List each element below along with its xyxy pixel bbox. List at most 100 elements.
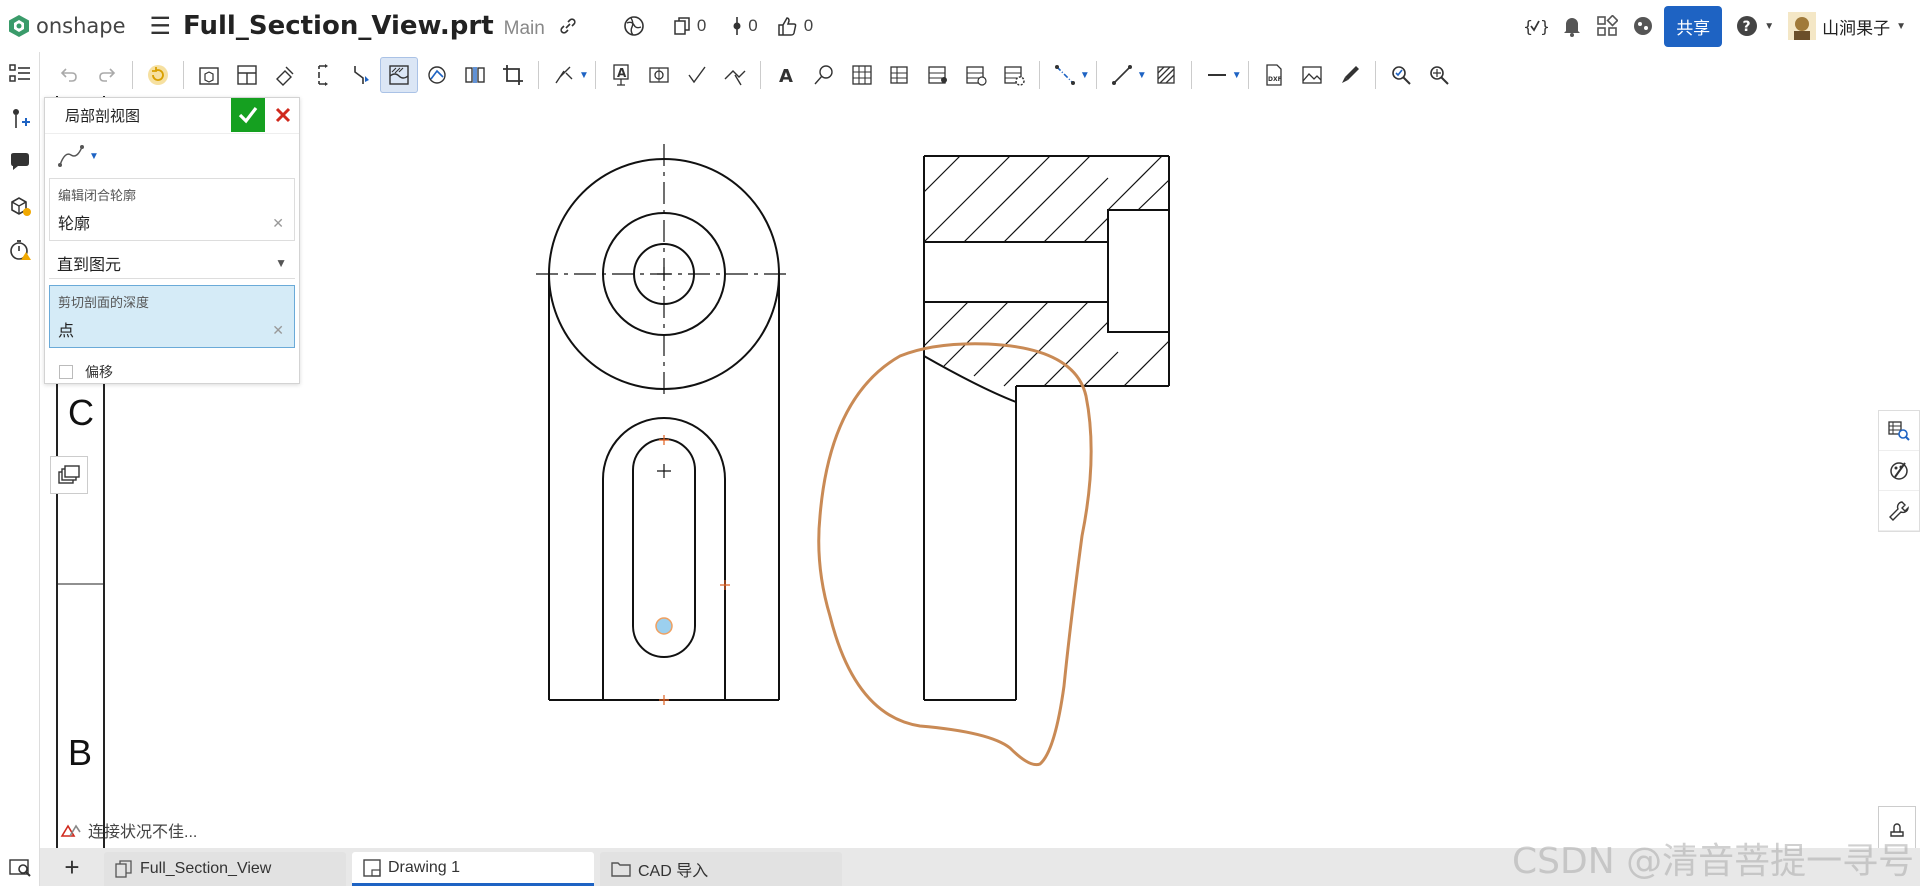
version-icon bbox=[733, 17, 741, 35]
section-depth-field[interactable]: 剪切剖面的深度 点 ✕ bbox=[49, 285, 295, 348]
section-depth-label: 剪切剖面的深度 bbox=[58, 295, 150, 310]
line-style-chevron-icon[interactable]: ▼ bbox=[1232, 70, 1242, 81]
user-menu[interactable]: 山涧果子 ▼ bbox=[1788, 12, 1920, 40]
hole-table-icon[interactable] bbox=[919, 57, 957, 93]
text-icon[interactable]: A bbox=[767, 57, 805, 93]
selected-point bbox=[655, 617, 673, 635]
appearance-icon[interactable] bbox=[1879, 451, 1919, 491]
help-icon[interactable]: ? ▼ bbox=[1736, 15, 1774, 37]
update-icon[interactable] bbox=[139, 57, 177, 93]
closed-profile-field[interactable]: 编辑闭合轮廓 轮廓 ✕ bbox=[49, 178, 295, 241]
folder-icon bbox=[610, 860, 632, 878]
drawing-toolbar: ▼ A A ▼ ▼ ▼ DXF bbox=[50, 55, 1660, 95]
copy-count[interactable]: 0 bbox=[673, 16, 706, 36]
datum-icon[interactable] bbox=[640, 57, 678, 93]
dimension-icon[interactable] bbox=[545, 57, 583, 93]
bom-table-icon[interactable] bbox=[881, 57, 919, 93]
closed-profile-label: 编辑闭合轮廓 bbox=[58, 188, 137, 203]
auxiliary-view-icon[interactable] bbox=[266, 57, 304, 93]
end-condition-select[interactable]: 直到图元 ▼ bbox=[49, 247, 295, 279]
offset-checkbox[interactable] bbox=[59, 365, 73, 379]
tab-label: Drawing 1 bbox=[388, 858, 461, 876]
link-icon[interactable] bbox=[559, 17, 577, 35]
top-bar: onshape ☰ Full_Section_View.prt Main 0 0… bbox=[0, 0, 1920, 52]
onshape-logo[interactable]: onshape bbox=[6, 13, 126, 39]
crop-view-icon[interactable] bbox=[494, 57, 532, 93]
table-icon[interactable] bbox=[843, 57, 881, 93]
offset-option[interactable]: 偏移 bbox=[45, 362, 299, 382]
image-insert-icon[interactable] bbox=[1293, 57, 1331, 93]
globe-icon[interactable] bbox=[623, 15, 645, 37]
insert-icon[interactable] bbox=[0, 96, 40, 140]
wrench-icon[interactable] bbox=[1879, 491, 1919, 531]
table-inspect-icon[interactable] bbox=[1879, 411, 1919, 451]
close-icon bbox=[275, 107, 291, 123]
add-tab-button[interactable]: + bbox=[40, 848, 104, 886]
comments-icon[interactable] bbox=[0, 140, 40, 184]
undo-icon[interactable] bbox=[50, 57, 88, 93]
tab-cad-import[interactable]: CAD 导入 bbox=[600, 852, 842, 886]
sheets-button[interactable] bbox=[50, 456, 88, 494]
gear-table-icon[interactable] bbox=[995, 57, 1033, 93]
check-icon bbox=[238, 107, 258, 124]
dxf-export-icon[interactable]: DXF bbox=[1255, 57, 1293, 93]
inspect-icon[interactable] bbox=[1382, 57, 1420, 93]
section-view-icon[interactable] bbox=[304, 57, 342, 93]
broken-out-section-icon[interactable] bbox=[380, 57, 418, 93]
accept-button[interactable] bbox=[231, 98, 265, 132]
tab-drawing[interactable]: Drawing 1 bbox=[352, 852, 594, 886]
chevron-down-icon: ▼ bbox=[275, 255, 287, 270]
share-button[interactable]: 共享 bbox=[1664, 5, 1723, 47]
detail-view-icon[interactable] bbox=[418, 57, 456, 93]
branch-label[interactable]: Main bbox=[504, 18, 545, 40]
profile-type-selector[interactable]: ▼ bbox=[45, 134, 299, 178]
watermark: CSDN @清音菩提一寻号 bbox=[1512, 841, 1915, 882]
line-icon[interactable] bbox=[1103, 57, 1141, 93]
broken-out-section-dialog: 局部剖视图 ▼ 编辑闭合轮廓 轮廓 ✕ 直到图元 ▼ 剪切剖面的深度 点 ✕ 偏… bbox=[44, 97, 300, 384]
app-store-icon[interactable] bbox=[1596, 15, 1619, 37]
logo-text: onshape bbox=[36, 14, 126, 38]
weld-symbol-icon[interactable] bbox=[716, 57, 754, 93]
cancel-button[interactable] bbox=[267, 98, 299, 132]
surface-finish-icon[interactable] bbox=[678, 57, 716, 93]
dimension-chevron-icon[interactable]: ▼ bbox=[579, 70, 589, 81]
svg-text:A: A bbox=[779, 66, 793, 87]
note-icon[interactable]: A bbox=[602, 57, 640, 93]
line-style-icon[interactable] bbox=[1198, 57, 1236, 93]
inspect-settings-icon[interactable] bbox=[1420, 57, 1458, 93]
format-painter-icon[interactable] bbox=[1331, 57, 1369, 93]
aligned-section-icon[interactable] bbox=[342, 57, 380, 93]
projected-view-icon[interactable] bbox=[228, 57, 266, 93]
notification-bell-icon[interactable] bbox=[1562, 15, 1582, 37]
tab-part-studio[interactable]: Full_Section_View bbox=[104, 852, 346, 886]
parts-icon[interactable] bbox=[0, 184, 40, 228]
redo-icon[interactable] bbox=[88, 57, 126, 93]
document-title[interactable]: Full_Section_View.prt bbox=[183, 11, 494, 41]
line-chevron-icon[interactable]: ▼ bbox=[1137, 70, 1147, 81]
hatch-icon[interactable] bbox=[1147, 57, 1185, 93]
toolbar-separator bbox=[183, 61, 184, 89]
centerline-chevron-icon[interactable]: ▼ bbox=[1080, 70, 1090, 81]
insert-view-icon[interactable] bbox=[190, 57, 228, 93]
callout-icon[interactable] bbox=[805, 57, 843, 93]
version-count[interactable]: 0 bbox=[732, 16, 758, 36]
variables-icon[interactable]: {} bbox=[1522, 15, 1548, 37]
break-view-icon[interactable] bbox=[456, 57, 494, 93]
drawing-canvas[interactable] bbox=[40, 96, 1880, 848]
learning-center-icon[interactable] bbox=[1632, 15, 1654, 37]
avatar bbox=[1788, 12, 1817, 40]
clear-depth-icon[interactable]: ✕ bbox=[272, 322, 284, 339]
search-tabs-icon[interactable] bbox=[0, 848, 40, 886]
toolbar-separator bbox=[594, 61, 596, 89]
user-name: 山涧果子 bbox=[1822, 18, 1891, 38]
profile-type-chevron-icon: ▼ bbox=[89, 150, 99, 162]
like-count[interactable]: 0 bbox=[776, 15, 813, 37]
menu-icon[interactable]: ☰ bbox=[150, 12, 172, 41]
centerline-icon[interactable] bbox=[1046, 57, 1084, 93]
timer-warning-icon[interactable] bbox=[0, 228, 40, 272]
end-condition-value: 直到图元 bbox=[57, 256, 122, 274]
revision-table-icon[interactable] bbox=[957, 57, 995, 93]
tab-label: Full_Section_View bbox=[140, 860, 272, 877]
feature-list-icon[interactable] bbox=[0, 52, 40, 96]
clear-profile-icon[interactable]: ✕ bbox=[272, 215, 284, 232]
